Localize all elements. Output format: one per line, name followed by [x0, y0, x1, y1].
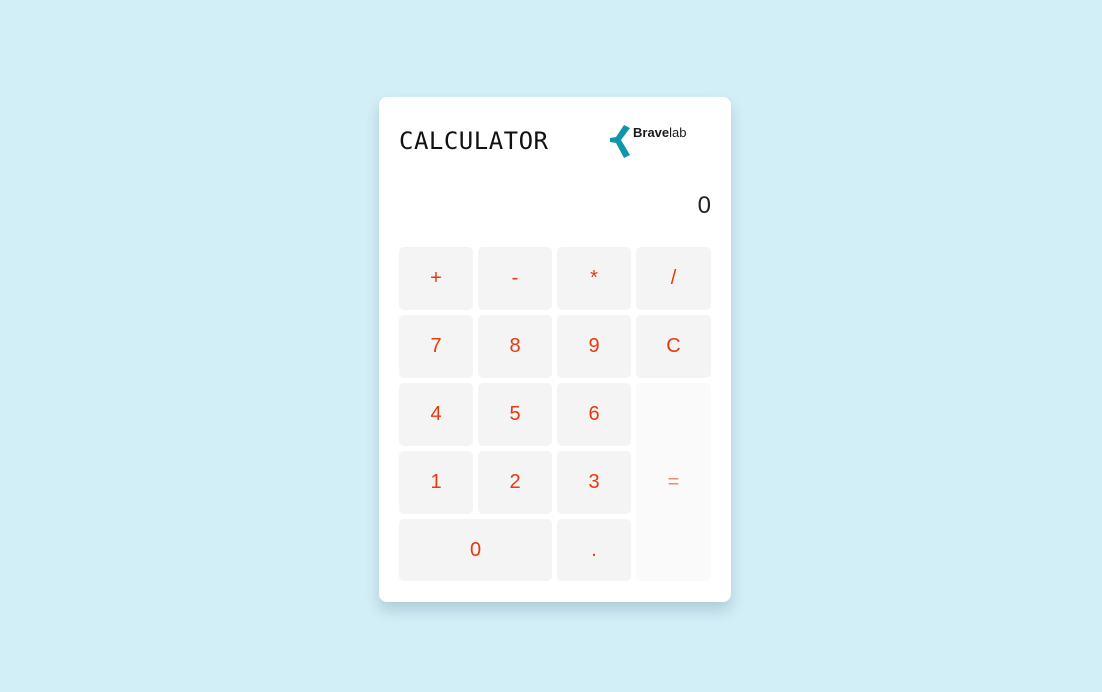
digit-1-button[interactable]: 1: [399, 451, 473, 514]
bravelab-logo: Bravelab: [610, 125, 710, 159]
digit-6-button[interactable]: 6: [557, 383, 631, 446]
keypad: + - * / 7 8 9 C 4 5 6 = 1 2 3 0 .: [399, 247, 711, 581]
digit-4-button[interactable]: 4: [399, 383, 473, 446]
bravelab-mark-icon: [610, 125, 630, 158]
add-button[interactable]: +: [399, 247, 473, 310]
clear-button[interactable]: C: [636, 315, 711, 378]
multiply-button[interactable]: *: [557, 247, 631, 310]
digit-8-button[interactable]: 8: [478, 315, 552, 378]
brand-light: lab: [669, 125, 687, 140]
decimal-button[interactable]: .: [557, 519, 631, 581]
digit-0-button[interactable]: 0: [399, 519, 552, 581]
equals-button[interactable]: =: [636, 383, 711, 581]
subtract-button[interactable]: -: [478, 247, 552, 310]
brand-strong: Brave: [633, 125, 670, 140]
digit-9-button[interactable]: 9: [557, 315, 631, 378]
result-display: 0: [697, 192, 711, 219]
digit-7-button[interactable]: 7: [399, 315, 473, 378]
digit-5-button[interactable]: 5: [478, 383, 552, 446]
calculator-title: CALCULATOR: [399, 127, 549, 155]
bravelab-wordmark: Bravelab: [633, 125, 687, 140]
digit-2-button[interactable]: 2: [478, 451, 552, 514]
digit-3-button[interactable]: 3: [557, 451, 631, 514]
calculator-card: CALCULATOR Bravelab 0 + - * / 7 8 9 C 4 …: [379, 97, 731, 602]
divide-button[interactable]: /: [636, 247, 711, 310]
